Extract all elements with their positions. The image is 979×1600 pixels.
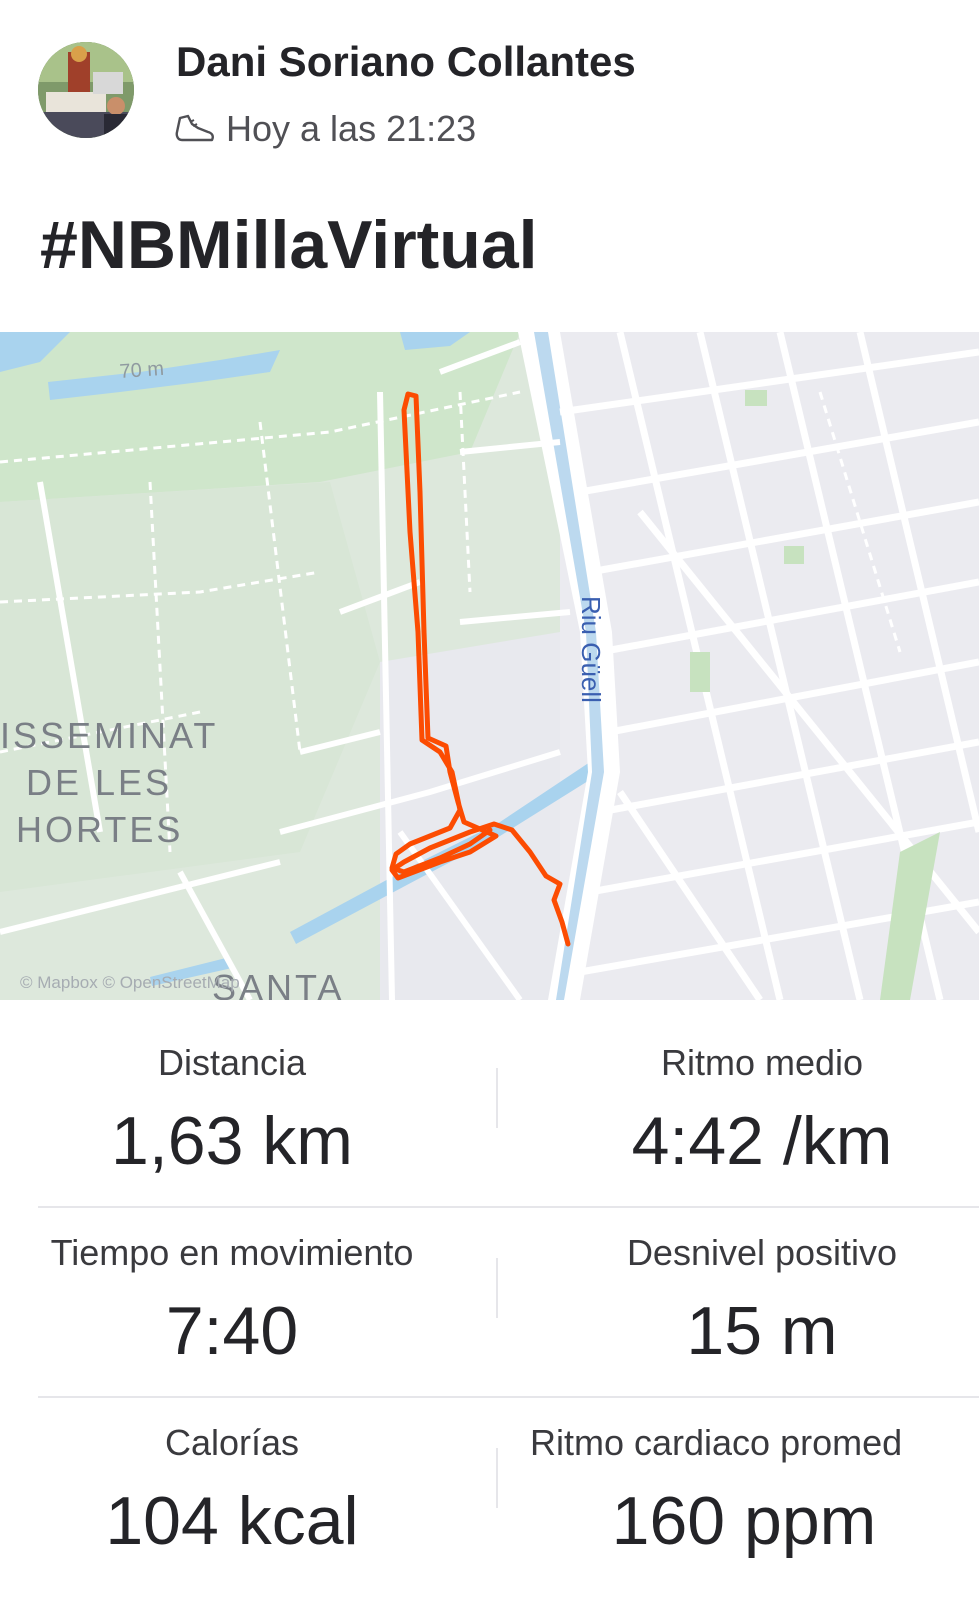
activity-title[interactable]: #NBMillaVirtual: [40, 206, 538, 284]
area-label: ISSEMINAT: [0, 715, 218, 756]
stat-value: 1,63 km: [111, 1103, 353, 1179]
stat-elevation-gain: Desnivel positivo 15 m: [527, 1232, 979, 1370]
stat-divider: [496, 1258, 498, 1318]
stat-value: 104 kcal: [105, 1483, 359, 1559]
stats-row-divider: [38, 1206, 979, 1208]
stat-label: Ritmo cardiaco promed: [530, 1422, 903, 1463]
stat-label: Ritmo medio: [660, 1042, 864, 1083]
shoe-icon: [175, 114, 214, 142]
stat-avg-pace: Ritmo medio 4:42 /km: [527, 1042, 979, 1180]
avatar-image: [38, 42, 134, 138]
area-label: HORTES: [16, 809, 183, 850]
stats-row-divider: [38, 1396, 979, 1398]
stat-moving-time: Tiempo en movimiento 7:40: [0, 1232, 467, 1370]
stat-calories: Calorías 104 kcal: [0, 1422, 467, 1560]
stat-value: 4:42 /km: [631, 1103, 893, 1179]
stat-label: Calorías: [164, 1422, 300, 1463]
stat-label: Tiempo en movimiento: [50, 1232, 414, 1273]
stat-value: 7:40: [165, 1293, 299, 1369]
map-attribution[interactable]: © Mapbox © OpenStreetMap: [20, 973, 240, 992]
stat-value: 160 ppm: [611, 1483, 877, 1559]
activity-timestamp: Hoy a las 21:23: [226, 108, 477, 149]
activity-header: Dani Soriano Collantes Hoy a las 21:23 #…: [0, 0, 979, 330]
stat-label: Desnivel positivo: [626, 1232, 898, 1273]
stat-avg-heart-rate: Ritmo cardiaco promed 160 ppm: [509, 1422, 979, 1560]
river-label: Riu Güell: [576, 596, 606, 703]
stat-label: Distancia: [157, 1042, 307, 1083]
stat-value: 15 m: [686, 1293, 838, 1369]
activity-meta: Hoy a las 21:23: [174, 108, 476, 150]
stat-distance: Distancia 1,63 km: [0, 1042, 467, 1180]
area-label: DE LES: [26, 762, 172, 803]
athlete-name[interactable]: Dani Soriano Collantes: [176, 38, 636, 86]
route-map[interactable]: 70 m Riu Güell ISSEMINAT DE LES HORTES S…: [0, 332, 979, 1000]
activity-stats: Distancia 1,63 km Ritmo medio 4:42 /km T…: [0, 1000, 979, 1600]
stat-divider: [496, 1448, 498, 1508]
stat-divider: [496, 1068, 498, 1128]
avatar[interactable]: [38, 42, 134, 138]
elevation-label: 70 m: [119, 358, 165, 383]
